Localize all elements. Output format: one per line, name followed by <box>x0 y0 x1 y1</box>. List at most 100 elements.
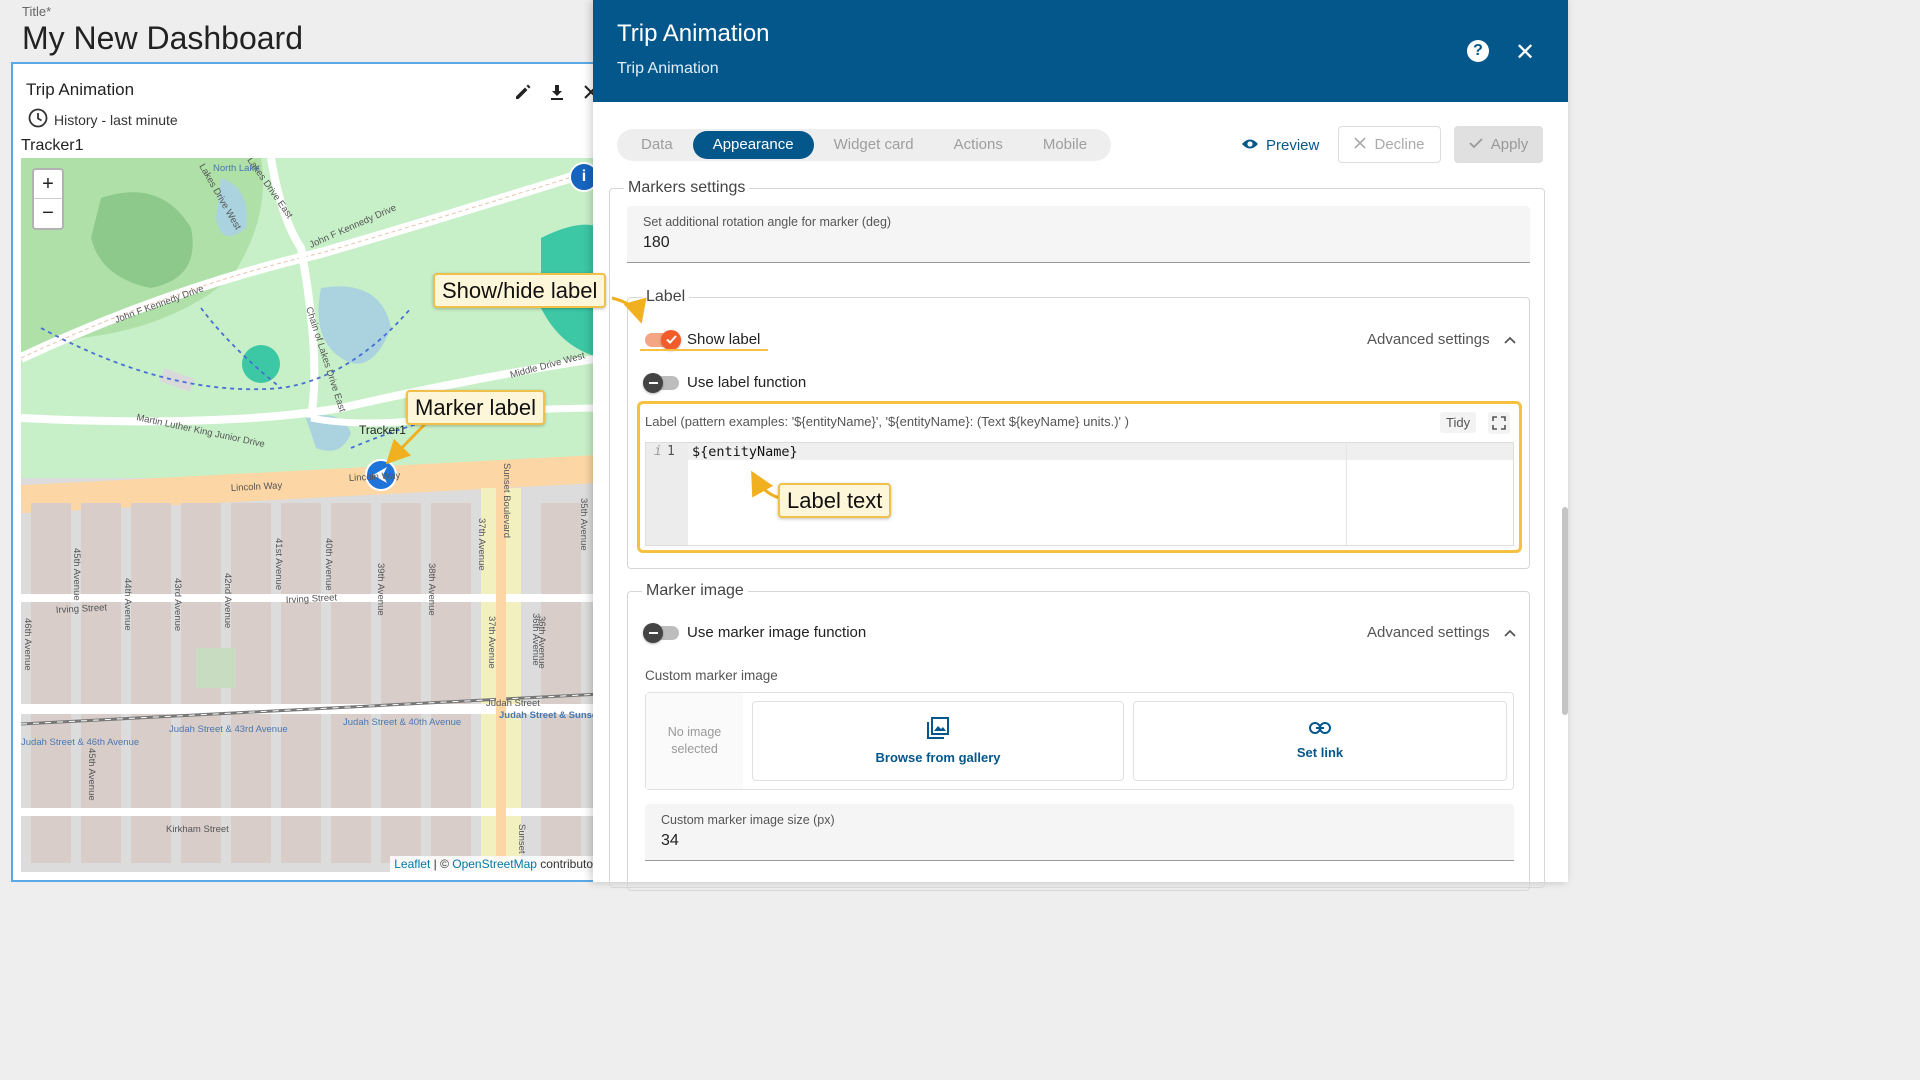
street-label: 38th Avenue <box>426 563 437 616</box>
custom-marker-image-box: No image selected Browse from gallery Set… <box>645 692 1514 790</box>
marker-image-size-field[interactable]: Custom marker image size (px) 34 <box>645 804 1514 861</box>
map-attribution: Leaflet | © OpenStreetMap contributor <box>390 856 601 872</box>
zoom-out-button[interactable]: − <box>34 199 62 228</box>
widget-actions <box>513 82 601 102</box>
label-advanced-settings[interactable]: Advanced settings <box>1367 331 1516 348</box>
marker-image-legend: Marker image <box>642 582 748 600</box>
street-label: 45th Avenue <box>86 748 97 801</box>
label-pattern-label: Label (pattern examples: '${entityName}'… <box>645 414 1129 429</box>
dialog-close-icon[interactable]: ✕ <box>1515 38 1535 67</box>
tab-appearance[interactable]: Appearance <box>692 131 814 159</box>
fullscreen-icon[interactable] <box>1488 412 1510 434</box>
street-label: Sunset Boulevard <box>501 463 512 538</box>
marker-image-size-label: Custom marker image size (px) <box>661 813 835 827</box>
marker-image-section: Marker image Use marker image function A… <box>627 582 1530 891</box>
gallery-icon <box>927 717 949 742</box>
label-code-editor[interactable]: i 1 ${entityName} <box>645 442 1514 546</box>
use-label-function-toggle[interactable]: Use label function <box>643 372 806 393</box>
map-view[interactable]: John F Kennedy Drive John F Kennedy Driv… <box>21 158 601 872</box>
minus-icon <box>643 372 663 393</box>
decline-button[interactable]: Decline <box>1338 126 1441 163</box>
street-label: Kirkham Street <box>166 824 229 835</box>
use-marker-image-function-toggle[interactable]: Use marker image function <box>643 622 867 643</box>
rotation-angle-value[interactable]: 180 <box>643 234 670 252</box>
dashboard-header: Title* My New Dashboard <box>0 0 600 62</box>
tab-mobile[interactable]: Mobile <box>1023 131 1107 159</box>
use-marker-image-function-text: Use marker image function <box>687 624 867 641</box>
street-label: 44th Avenue <box>122 578 133 631</box>
clock-icon <box>28 108 48 131</box>
chevron-up-icon <box>1503 624 1516 641</box>
osm-link[interactable]: OpenStreetMap <box>452 857 537 871</box>
street-label: 46th Avenue <box>22 618 33 671</box>
custom-marker-image-label: Custom marker image <box>645 668 778 683</box>
eye-icon <box>1241 137 1259 154</box>
trip-animation-widget[interactable]: Trip Animation History - last minute Tra… <box>11 62 611 882</box>
set-link-button[interactable]: Set link <box>1133 701 1507 781</box>
use-marker-image-function-switch[interactable] <box>643 622 679 643</box>
zoom-in-button[interactable]: + <box>34 170 62 199</box>
help-icon[interactable]: ? <box>1467 40 1489 62</box>
dashboard-title[interactable]: My New Dashboard <box>22 20 303 57</box>
no-image-line: selected <box>671 742 718 756</box>
tab-data[interactable]: Data <box>621 131 693 159</box>
widget-title: Trip Animation <box>26 80 135 99</box>
street-label: Irving Street <box>286 592 338 606</box>
advanced-settings-label: Advanced settings <box>1367 624 1490 641</box>
street-label: 37th Avenue <box>476 518 487 571</box>
entity-name: Tracker1 <box>21 137 84 154</box>
rotation-angle-label: Set additional rotation angle for marker… <box>643 215 892 229</box>
label-code-text[interactable]: ${entityName} <box>692 444 798 460</box>
street-label: Judah Street & 43rd Avenue <box>169 724 288 735</box>
attribution-separator: | © <box>430 857 453 871</box>
street-label: 35th Avenue <box>578 498 589 551</box>
dialog-subtitle: Trip Animation <box>617 60 719 77</box>
settings-content: Markers settings Set additional rotation… <box>609 179 1545 891</box>
tidy-button[interactable]: Tidy <box>1440 412 1477 433</box>
street-label: 39th Avenue <box>375 563 386 616</box>
decline-label: Decline <box>1374 136 1425 153</box>
timewindow-label: History - last minute <box>54 111 178 128</box>
markers-settings-legend: Markers settings <box>624 179 750 197</box>
callout-show-hide-label: Show/hide label <box>433 273 607 308</box>
line-number: 1 <box>667 444 675 459</box>
check-icon <box>1469 136 1483 153</box>
street-label: 45th Avenue <box>71 548 82 601</box>
street-label: 36th Avenue <box>536 616 547 669</box>
preview-label: Preview <box>1266 136 1320 154</box>
apply-button[interactable]: Apply <box>1454 126 1543 163</box>
tab-actions[interactable]: Actions <box>934 131 1023 159</box>
dialog-header: Trip Animation Trip Animation ? ✕ <box>593 0 1568 102</box>
street-label: 41st Avenue <box>273 538 284 590</box>
marker-image-advanced-settings[interactable]: Advanced settings <box>1367 624 1516 641</box>
preview-button[interactable]: Preview <box>1241 128 1319 162</box>
use-label-function-switch[interactable] <box>643 372 679 393</box>
street-label: North Lake <box>213 163 259 174</box>
show-label-text: Show label <box>687 331 761 348</box>
marker-image-size-value[interactable]: 34 <box>661 832 679 850</box>
settings-tabs: Data Appearance Widget card Actions Mobi… <box>617 129 1112 161</box>
show-label-switch[interactable] <box>645 329 681 350</box>
active-line-highlight <box>688 443 1513 460</box>
street-label: 43rd Avenue <box>172 578 183 631</box>
label-legend: Label <box>642 288 690 306</box>
street-label: Judah Street & Sunset Boulevard <box>499 710 601 721</box>
edit-icon[interactable] <box>513 82 533 102</box>
zoom-control: + − <box>32 168 64 230</box>
leaflet-link[interactable]: Leaflet <box>394 857 430 871</box>
street-label: 42nd Avenue <box>222 573 233 628</box>
browse-from-gallery-button[interactable]: Browse from gallery <box>752 701 1124 781</box>
info-icon: i <box>654 444 662 459</box>
download-icon[interactable] <box>547 82 567 102</box>
street-label: 37th Avenue <box>486 616 497 669</box>
page-scrollbar[interactable] <box>1562 507 1568 715</box>
street-label: Judah Street & 40th Avenue <box>343 717 461 728</box>
widget-timewindow[interactable]: History - last minute <box>28 108 178 131</box>
tab-widget-card[interactable]: Widget card <box>814 131 934 159</box>
browse-label: Browse from gallery <box>875 750 1001 765</box>
show-label-toggle[interactable]: Show label <box>645 329 761 350</box>
markers-settings-section: Markers settings Set additional rotation… <box>609 179 1545 891</box>
rotation-angle-field[interactable]: Set additional rotation angle for marker… <box>627 206 1530 263</box>
print-margin <box>1346 443 1347 545</box>
set-link-label: Set link <box>1296 745 1344 760</box>
